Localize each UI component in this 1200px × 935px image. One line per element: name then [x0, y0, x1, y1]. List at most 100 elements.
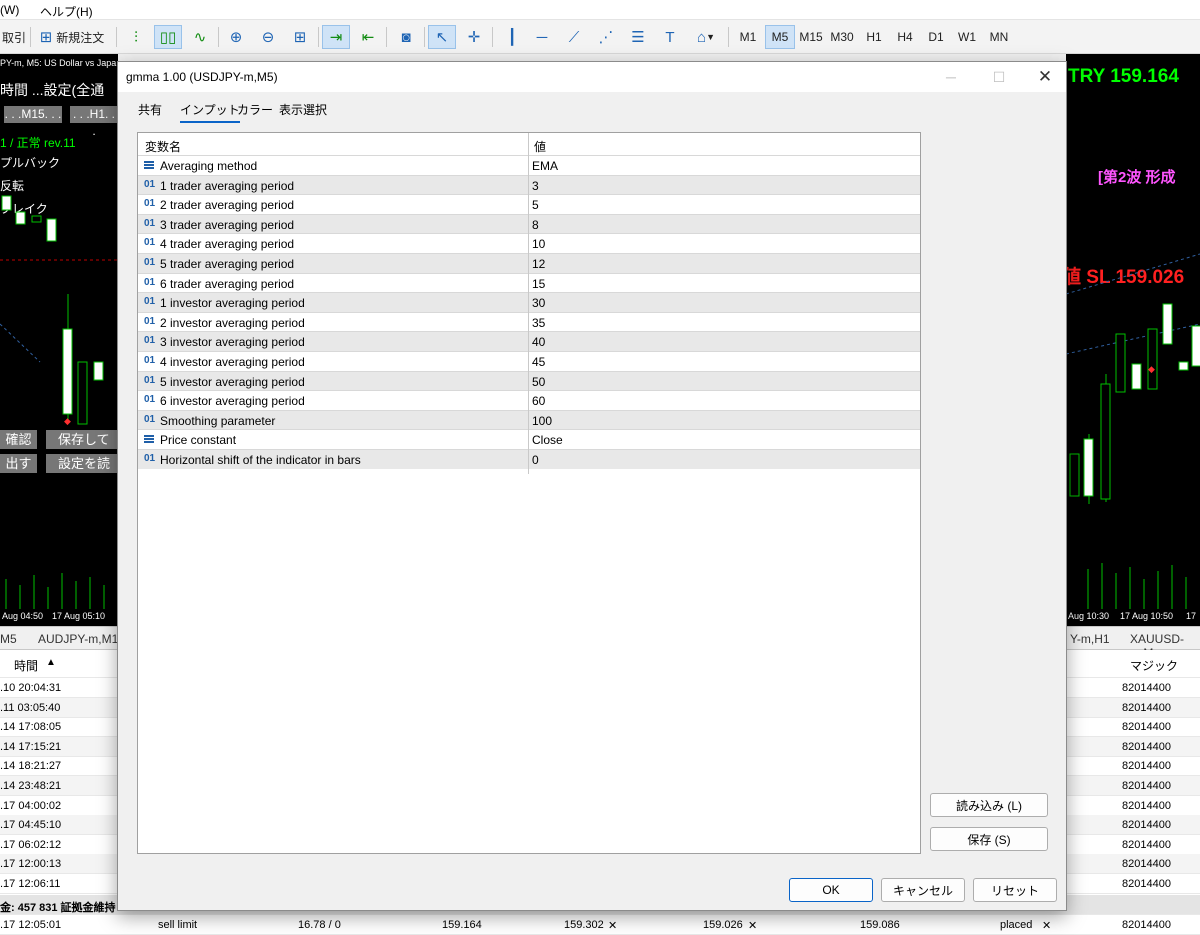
new-order-button[interactable]: ⊞ 新規注文: [36, 25, 108, 49]
pending-order-row[interactable]: .17 12:05:01 sell limit 16.78 / 0 159.16…: [0, 915, 1200, 935]
chart-window-right[interactable]: TRY 159.164 [第2波 形成 値 SL 159.026 ◆ Aug 1…: [1066, 54, 1200, 626]
parameter-value[interactable]: 50: [532, 375, 545, 389]
trend-line: [0, 323, 41, 363]
timeframe-w1[interactable]: W1: [953, 25, 981, 49]
screenshot-button[interactable]: ◙: [392, 25, 420, 49]
parameter-row[interactable]: Averaging method EMA: [138, 155, 920, 175]
timeframe-d1[interactable]: D1: [922, 25, 950, 49]
tab-colors[interactable]: カラー: [237, 101, 273, 118]
confirm-button[interactable]: 確認: [0, 430, 37, 449]
parameter-row[interactable]: 01 5 investor averaging period 50: [138, 370, 920, 391]
column-header-magic[interactable]: マジック: [1130, 657, 1178, 674]
parameter-row[interactable]: 01 6 trader averaging period 15: [138, 272, 920, 293]
chart-tab[interactable]: AUDJPY-m,M15: [38, 632, 125, 646]
tile-windows-button[interactable]: ⊞: [286, 25, 314, 49]
close-icon[interactable]: ✕: [748, 919, 757, 932]
parameter-row[interactable]: 01 4 trader averaging period 10: [138, 233, 920, 253]
close-icon[interactable]: ✕: [1042, 919, 1051, 932]
h1-button[interactable]: . . .H1. . .: [70, 106, 118, 138]
parameter-value[interactable]: 45: [532, 355, 545, 369]
chart-tab[interactable]: Y-m,H1: [1070, 632, 1110, 646]
parameter-value[interactable]: 8: [532, 218, 539, 232]
parameter-row[interactable]: 01 6 investor averaging period 60: [138, 390, 920, 410]
parameter-value[interactable]: 10: [532, 237, 545, 251]
ok-button[interactable]: OK: [789, 878, 873, 902]
chart-window-left[interactable]: PY-m, M5: US Dollar vs Japa 時間 ...設定(全通 …: [0, 54, 118, 626]
load-button[interactable]: 読み込み (L): [930, 793, 1048, 817]
parameter-row[interactable]: 01 5 trader averaging period 12: [138, 253, 920, 273]
tab-visualization[interactable]: 表示選択: [279, 101, 327, 118]
candles-right: ◆: [1066, 253, 1200, 504]
save-and-button[interactable]: 保存して: [46, 430, 118, 449]
timeframe-h1[interactable]: H1: [860, 25, 888, 49]
candle-chart-button[interactable]: ▯▯: [154, 25, 182, 49]
auto-scroll-button[interactable]: ⇥: [322, 25, 350, 49]
menu-item-help[interactable]: ヘルプ(H): [40, 3, 93, 20]
tab-inputs[interactable]: インプット: [180, 101, 240, 123]
chart-shift-button[interactable]: ⇤: [354, 25, 382, 49]
timeframe-m1[interactable]: M1: [734, 25, 762, 49]
parameter-name: 3 investor averaging period: [160, 335, 305, 350]
crosshair-button[interactable]: ✛: [460, 25, 488, 49]
tab-common[interactable]: 共有: [138, 101, 162, 118]
export-button[interactable]: 出す: [0, 454, 37, 473]
parameter-row[interactable]: Price constant Close: [138, 429, 920, 449]
column-header-time[interactable]: 時間: [14, 657, 38, 674]
dialog-titlebar[interactable]: gmma 1.00 (USDJPY-m,M5) ─ ☐ ✕: [118, 62, 1066, 92]
toolbar-separator: [492, 27, 493, 47]
parameter-row[interactable]: 01 Horizontal shift of the indicator in b…: [138, 449, 920, 469]
parameter-row[interactable]: 01 3 trader averaging period 8: [138, 213, 920, 234]
parameter-value[interactable]: 30: [532, 296, 545, 310]
parameter-value[interactable]: Close: [532, 433, 563, 447]
parameter-value[interactable]: 5: [532, 198, 539, 212]
save-button[interactable]: 保存 (S): [930, 827, 1048, 851]
zoom-in-button[interactable]: ⊕: [222, 25, 250, 49]
parameter-value[interactable]: EMA: [532, 159, 558, 173]
timeframe-m15[interactable]: M15: [797, 25, 825, 49]
trendline-button[interactable]: ⟋: [560, 25, 588, 49]
timeframe-m30[interactable]: M30: [828, 25, 856, 49]
cursor-button[interactable]: ↖: [428, 25, 456, 49]
parameter-row[interactable]: 01 2 trader averaging period 5: [138, 194, 920, 214]
parameter-value[interactable]: 15: [532, 277, 545, 291]
bar-chart-button[interactable]: ⫶: [122, 25, 150, 49]
chart-tab[interactable]: M5: [0, 632, 17, 646]
channel-button[interactable]: ⋰: [592, 25, 620, 49]
horizontal-line-button[interactable]: ─: [528, 25, 556, 49]
parameter-value[interactable]: 60: [532, 394, 545, 408]
close-button[interactable]: ✕: [1022, 62, 1068, 92]
parameter-value[interactable]: 0: [532, 453, 539, 467]
menu-item-window[interactable]: (W): [0, 3, 19, 17]
close-icon[interactable]: ✕: [608, 919, 617, 932]
timeframe-h4[interactable]: H4: [891, 25, 919, 49]
parameter-row[interactable]: 01 1 trader averaging period 3: [138, 174, 920, 195]
cancel-button[interactable]: キャンセル: [881, 878, 965, 902]
candle: [1178, 361, 1189, 371]
parameter-name: 1 investor averaging period: [160, 296, 305, 311]
parameter-value[interactable]: 3: [532, 179, 539, 193]
zoom-out-button[interactable]: ⊖: [254, 25, 282, 49]
reset-button[interactable]: リセット: [973, 878, 1057, 902]
shapes-dropdown-button[interactable]: ⌂ ▼: [688, 25, 724, 49]
parameter-value[interactable]: 12: [532, 257, 545, 271]
timeframe-m5[interactable]: M5: [765, 25, 795, 49]
parameter-row[interactable]: 01 4 investor averaging period 45: [138, 351, 920, 371]
integer-icon: 01: [144, 335, 156, 347]
trade-button[interactable]: 取引: [0, 25, 28, 49]
column-divider[interactable]: [528, 133, 529, 474]
vertical-line-button[interactable]: ┃: [498, 25, 526, 49]
parameter-row[interactable]: 01 2 investor averaging period 35: [138, 311, 920, 332]
parameter-value[interactable]: 100: [532, 414, 552, 428]
parameter-value[interactable]: 35: [532, 316, 545, 330]
m15-button[interactable]: . . .M15. . .: [4, 106, 62, 123]
text-button[interactable]: T: [656, 25, 684, 49]
load-settings-button[interactable]: 設定を読: [46, 454, 118, 473]
fibonacci-button[interactable]: ☰: [624, 25, 652, 49]
timeframe-mn[interactable]: MN: [985, 25, 1013, 49]
parameter-row[interactable]: 01 Smoothing parameter 100: [138, 409, 920, 430]
parameter-row[interactable]: 01 1 investor averaging period 30: [138, 292, 920, 312]
parameter-value[interactable]: 40: [532, 335, 545, 349]
line-chart-button[interactable]: ∿: [186, 25, 214, 49]
cursor-icon: ↖: [435, 29, 449, 46]
parameter-row[interactable]: 01 3 investor averaging period 40: [138, 331, 920, 351]
